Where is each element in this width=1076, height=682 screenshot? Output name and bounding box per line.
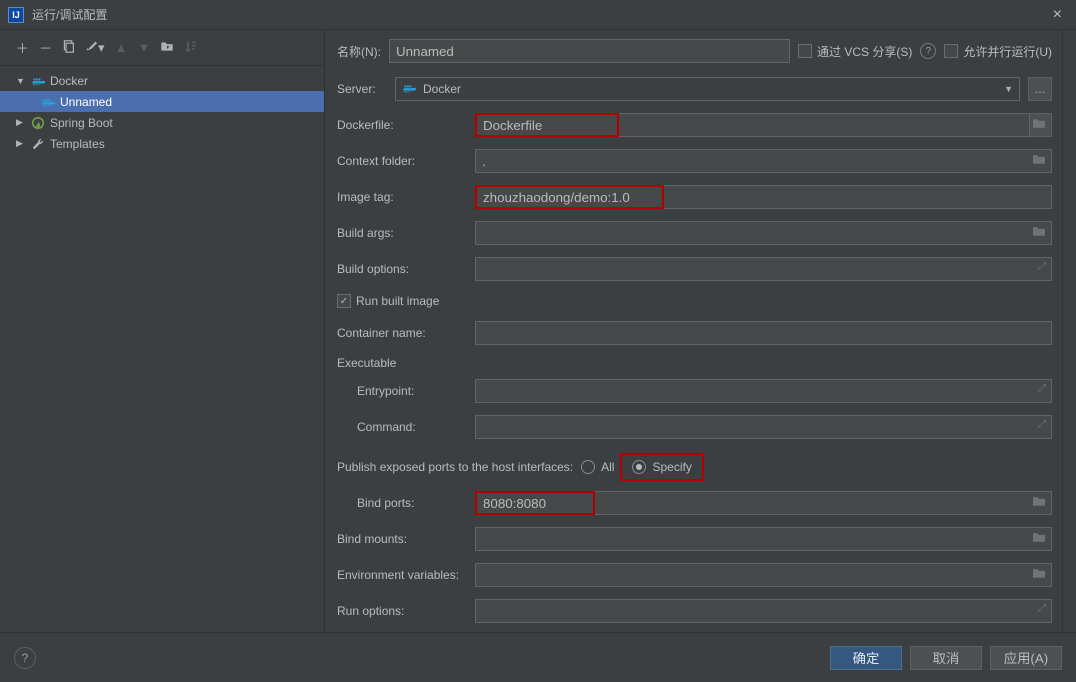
dockerfile-input[interactable]	[475, 113, 619, 137]
bindports-label: Bind ports:	[337, 496, 467, 510]
close-icon[interactable]: ×	[1047, 6, 1068, 24]
sort-icon[interactable]	[184, 40, 197, 56]
footer: ? 确定 取消 应用(A)	[0, 632, 1076, 682]
checkbox-icon	[798, 44, 812, 58]
down-icon[interactable]: ▼	[137, 40, 150, 55]
cancel-button[interactable]: 取消	[910, 646, 982, 670]
tree-label: Unnamed	[60, 95, 112, 109]
left-panel: ＋ － ▾ ▲ ▼ ▼ Docker	[0, 30, 325, 632]
env-input[interactable]	[475, 563, 1052, 587]
folder-icon[interactable]	[1032, 154, 1046, 169]
tree-label: Templates	[50, 137, 105, 151]
chevron-right-icon: ▶	[16, 138, 26, 149]
expand-icon[interactable]: ⤢	[1038, 603, 1046, 614]
folder-icon[interactable]	[1032, 532, 1046, 547]
scrollbar[interactable]	[1062, 30, 1076, 632]
container-label: Container name:	[337, 326, 467, 340]
command-label: Command:	[337, 420, 467, 434]
chevron-down-icon: ▼	[16, 76, 26, 86]
imagetag-input[interactable]	[475, 185, 664, 209]
window-title: 运行/调试配置	[32, 6, 1047, 23]
bindports-input[interactable]	[475, 491, 595, 515]
share-vcs-checkbox[interactable]: 通过 VCS 分享(S)	[798, 43, 912, 60]
expand-icon[interactable]: ⤢	[1038, 261, 1046, 272]
config-tree: ▼ Docker Unnamed ▶ Spring Boot	[0, 66, 324, 632]
allow-parallel-checkbox[interactable]: 允许并行运行(U)	[944, 43, 1052, 60]
docker-icon	[402, 82, 417, 97]
buildargs-label: Build args:	[337, 226, 467, 240]
executable-title: Executable	[337, 356, 1052, 370]
radio-icon	[581, 460, 595, 474]
publish-all-radio[interactable]: All	[581, 460, 614, 474]
imagetag-label: Image tag:	[337, 190, 467, 204]
bindports-input-rest[interactable]	[595, 491, 1052, 515]
expand-icon[interactable]: ⤢	[1038, 419, 1046, 430]
help-button[interactable]: ?	[14, 647, 36, 669]
spring-icon	[30, 116, 46, 130]
tree-label: Docker	[50, 74, 88, 88]
name-input[interactable]	[389, 39, 790, 63]
chevron-right-icon: ▶	[16, 117, 26, 128]
help-icon[interactable]: ?	[920, 43, 936, 59]
server-dropdown[interactable]: Docker ▼	[395, 77, 1020, 101]
publish-label: Publish exposed ports to the host interf…	[337, 460, 573, 474]
folder-move-icon[interactable]	[160, 40, 174, 56]
env-label: Environment variables:	[337, 568, 467, 582]
add-icon[interactable]: ＋	[16, 38, 29, 57]
docker-icon	[40, 96, 56, 108]
titlebar: IJ 运行/调试配置 ×	[0, 0, 1076, 30]
checkbox-checked-icon: ✓	[337, 294, 351, 308]
runopts-label: Run options:	[337, 604, 467, 618]
dockerfile-input-rest[interactable]	[619, 113, 1030, 137]
dockerfile-label: Dockerfile:	[337, 118, 467, 132]
folder-icon[interactable]	[1032, 226, 1046, 241]
bindmounts-input[interactable]	[475, 527, 1052, 551]
folder-icon[interactable]	[1032, 496, 1046, 511]
copy-icon[interactable]	[62, 40, 75, 56]
chevron-down-icon: ▼	[1004, 84, 1013, 94]
config-toolbar: ＋ － ▾ ▲ ▼	[0, 30, 324, 66]
docker-icon	[30, 75, 46, 87]
context-label: Context folder:	[337, 154, 467, 168]
tree-label: Spring Boot	[50, 116, 113, 130]
tree-docker[interactable]: ▼ Docker	[0, 70, 324, 91]
folder-icon[interactable]	[1032, 118, 1046, 133]
context-input[interactable]	[475, 149, 1052, 173]
tree-templates[interactable]: ▶ Templates	[0, 133, 324, 154]
wrench-icon	[30, 137, 46, 151]
tree-unnamed[interactable]: Unnamed	[0, 91, 324, 112]
expand-icon[interactable]: ⤢	[1038, 383, 1046, 394]
container-input[interactable]	[475, 321, 1052, 345]
bindmounts-label: Bind mounts:	[337, 532, 467, 546]
server-label: Server:	[337, 82, 387, 96]
name-label: 名称(N):	[337, 43, 381, 60]
folder-icon[interactable]	[1032, 568, 1046, 583]
up-icon[interactable]: ▲	[115, 40, 128, 55]
command-input[interactable]	[475, 415, 1052, 439]
runbuilt-checkbox[interactable]: ✓ Run built image	[337, 294, 439, 308]
buildopts-label: Build options:	[337, 262, 467, 276]
remove-icon[interactable]: －	[39, 38, 52, 57]
right-panel: 名称(N): 通过 VCS 分享(S) ? 允许并行运行(U) Server: …	[325, 30, 1062, 632]
settings-icon[interactable]: ▾	[85, 39, 105, 56]
tree-spring-boot[interactable]: ▶ Spring Boot	[0, 112, 324, 133]
entrypoint-label: Entrypoint:	[337, 384, 467, 398]
apply-button[interactable]: 应用(A)	[990, 646, 1062, 670]
radio-selected-icon	[632, 460, 646, 474]
ok-button[interactable]: 确定	[830, 646, 902, 670]
publish-specify-radio[interactable]: Specify	[622, 455, 701, 479]
checkbox-icon	[944, 44, 958, 58]
app-icon: IJ	[8, 7, 24, 23]
runopts-input[interactable]	[475, 599, 1052, 623]
buildopts-input[interactable]	[475, 257, 1052, 281]
buildargs-input[interactable]	[475, 221, 1052, 245]
imagetag-input-rest[interactable]	[664, 185, 1052, 209]
entrypoint-input[interactable]	[475, 379, 1052, 403]
server-more-button[interactable]: …	[1028, 77, 1052, 101]
